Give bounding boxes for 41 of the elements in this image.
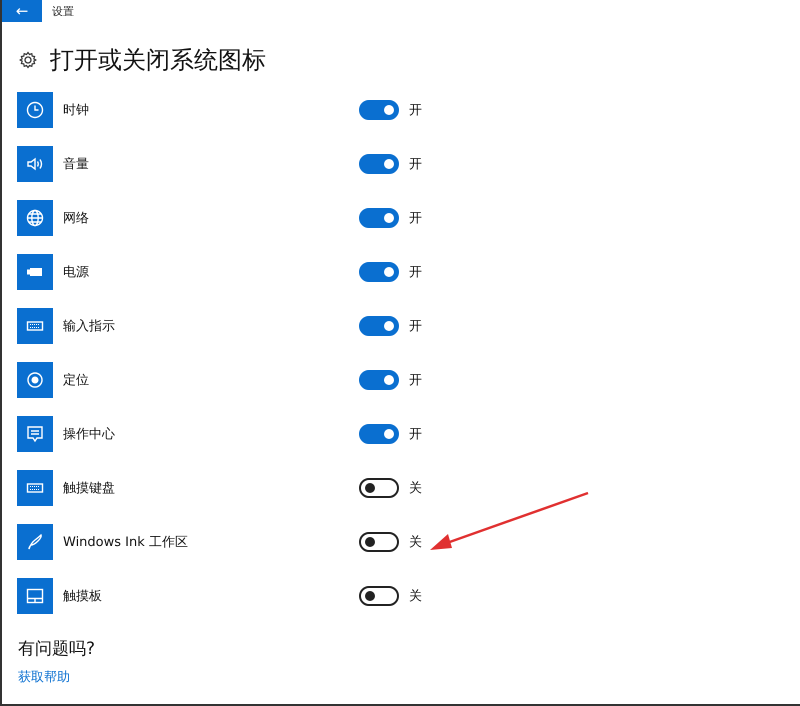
toggle-switch[interactable]: [359, 100, 399, 120]
item-label: 时钟: [63, 102, 90, 119]
toggle-switch[interactable]: [359, 424, 399, 444]
globe-icon: [25, 208, 45, 228]
state-label: 关: [409, 480, 422, 497]
clock-icon: [25, 100, 45, 120]
item-label: 触摸键盘: [63, 480, 116, 497]
state-label: 开: [409, 102, 422, 119]
window-title: 设置: [52, 4, 74, 18]
state-label: 关: [409, 588, 422, 605]
toggle-switch[interactable]: [359, 586, 399, 606]
item-label: 电源: [63, 264, 90, 281]
help-link[interactable]: 获取帮助: [18, 668, 70, 686]
item-label: 网络: [63, 210, 90, 227]
state-label: 关: [409, 534, 422, 551]
page-heading: 打开或关闭系统图标: [50, 45, 266, 76]
settings-icon: [18, 50, 38, 70]
state-label: 开: [409, 210, 422, 227]
back-button[interactable]: ←: [2, 0, 42, 22]
toggle-switch[interactable]: [359, 370, 399, 390]
state-label: 开: [409, 426, 422, 443]
item-label: 操作中心: [63, 426, 116, 443]
help-title: 有问题吗?: [18, 638, 96, 660]
toggle-switch[interactable]: [359, 532, 399, 552]
item-label: 音量: [63, 156, 90, 173]
toggle-switch[interactable]: [359, 262, 399, 282]
item-label: 输入指示: [63, 318, 116, 335]
state-label: 开: [409, 156, 422, 173]
state-label: 开: [409, 318, 422, 335]
message-icon: [25, 424, 45, 444]
item-label: 触摸板: [63, 588, 103, 605]
target-icon: [25, 370, 45, 390]
item-label: 定位: [63, 372, 90, 389]
touchpad-icon: [25, 586, 45, 606]
toggle-switch[interactable]: [359, 154, 399, 174]
toggle-switch[interactable]: [359, 316, 399, 336]
item-label: Windows Ink 工作区: [63, 534, 189, 551]
toggle-switch[interactable]: [359, 478, 399, 498]
toggle-switch[interactable]: [359, 208, 399, 228]
state-label: 开: [409, 264, 422, 281]
state-label: 开: [409, 372, 422, 389]
